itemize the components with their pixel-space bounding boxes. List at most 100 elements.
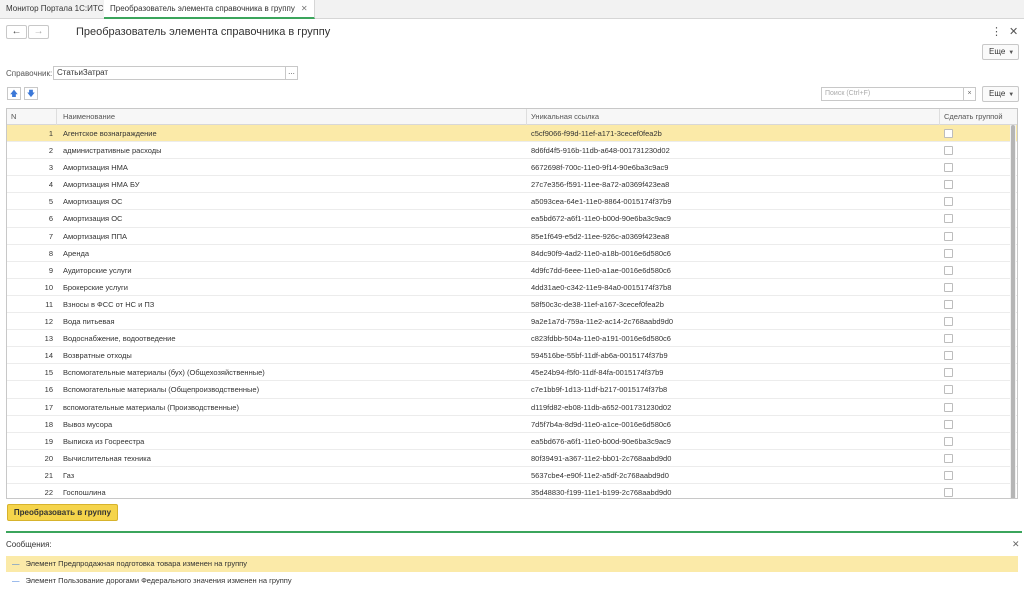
make-group-checkbox[interactable] — [944, 214, 953, 224]
make-group-checkbox[interactable] — [944, 146, 953, 156]
make-group-checkbox[interactable] — [944, 368, 953, 378]
header-link[interactable]: Уникальная ссылка — [527, 109, 940, 125]
row-number: 6 — [48, 214, 53, 224]
table-row[interactable]: 6 Амортизация ОС ea5bd672-a6f1-11e0-b00d-9… — [7, 210, 1017, 228]
make-group-checkbox[interactable] — [944, 487, 953, 497]
arrow-down-icon: 🡇 — [26, 89, 36, 98]
table-row[interactable]: 20 Вычислительная техника 80f39491-a367-11… — [7, 450, 1017, 467]
catalog-choose-button[interactable]: ... — [285, 66, 298, 80]
table-row[interactable]: 21 Газ 5637cbe4-e90f-11e2-a5df-2c768aabd9d… — [7, 467, 1017, 484]
table-row[interactable]: 13 Водоснабжение, водоотведение c823fdbb-5… — [7, 330, 1017, 348]
forward-button[interactable]: → — [28, 25, 49, 39]
table-row[interactable]: 3 Амортизация НМА 6672698f-700c-11e0-9f14-… — [7, 159, 1017, 177]
back-button[interactable]: ← — [6, 25, 27, 39]
more-label: Еще — [989, 47, 1006, 56]
table-row[interactable]: 12 Вода питьевая 9a2e1a7d-759a-11e2-ac14-2… — [7, 313, 1017, 331]
row-name: Возвратные отходы — [63, 351, 132, 361]
row-unique-link: 4d9fc7dd-6eee-11e0-a1ae-0016e6d580c6 — [531, 265, 671, 275]
table-row[interactable]: 14 Возвратные отходы 594516be-55bf-11df-ab… — [7, 347, 1017, 365]
table-row[interactable]: 7 Амортизация ППА 85e1f649-e5d2-11ee-926c-… — [7, 228, 1017, 245]
make-group-checkbox[interactable] — [944, 197, 953, 207]
make-group-checkbox[interactable] — [944, 231, 953, 241]
more-label: Еще — [989, 89, 1006, 98]
table-row[interactable]: 17 вспомогательные материалы (Производств… — [7, 399, 1017, 416]
make-group-checkbox[interactable] — [944, 351, 953, 361]
row-name: Амортизация ОС — [63, 214, 123, 224]
make-group-checkbox[interactable] — [944, 385, 953, 395]
more-button-top[interactable]: Еще ▼ — [982, 44, 1019, 60]
row-number: 14 — [44, 351, 53, 361]
table-row[interactable]: 22 Госпошлина 35d48830-f199-11e1-b199-2c76… — [7, 484, 1017, 498]
row-unique-link: 5637cbe4-e90f-11e2-a5df-2c768aabd9d0 — [531, 470, 669, 480]
convert-to-group-button[interactable]: Преобразовать в группу — [7, 504, 118, 521]
search-clear-button[interactable]: × — [963, 87, 976, 101]
search-input[interactable]: Поиск (Ctrl+F) — [821, 87, 964, 101]
row-number: 12 — [44, 317, 53, 327]
make-group-checkbox[interactable] — [944, 402, 953, 412]
tab-bar: Монитор Портала 1С:ИТС ✕ Преобразователь … — [0, 0, 1024, 19]
message-item[interactable]: — Элемент Пользование дорогами Федерально… — [6, 573, 1018, 589]
tab-converter[interactable]: Преобразователь элемента справочника в г… — [104, 0, 315, 19]
row-name: Аудиторские услуги — [63, 265, 132, 275]
make-group-checkbox[interactable] — [944, 180, 953, 190]
table-row[interactable]: 11 Взносы в ФСС от НС и ПЗ 58f50c3c-de38-1… — [7, 296, 1017, 314]
row-number: 20 — [44, 453, 53, 463]
header-name[interactable]: Наименование — [57, 109, 527, 125]
header-make-group[interactable]: Сделать группой — [940, 109, 1017, 125]
scrollbar-thumb[interactable] — [1011, 125, 1015, 498]
close-icon[interactable]: ✕ — [1009, 25, 1018, 38]
row-name: Амортизация НМА — [63, 163, 128, 173]
message-item[interactable]: — Элемент Предпродажная подготовка товара… — [6, 556, 1018, 572]
row-number: 22 — [44, 487, 53, 497]
arrow-left-icon: ← — [11, 26, 22, 37]
table-row[interactable]: 8 Аренда 84dc90f9-4ad2-11e0-a18b-0016e6d58… — [7, 245, 1017, 262]
row-unique-link: d119fd82-eb08-11db-a652-001731230d02 — [531, 402, 672, 412]
make-group-checkbox[interactable] — [944, 453, 953, 463]
table-row[interactable]: 18 Вывоз мусора 7d5f7b4a-8d9d-11e0-a1ce-00… — [7, 416, 1017, 433]
tab-label: Монитор Портала 1С:ИТС — [6, 4, 104, 13]
row-unique-link: 6672698f-700c-11e0-9f14-90e6ba3c9ac9 — [531, 163, 669, 173]
row-name: Вспомогательные материалы (Общепроизводс… — [63, 385, 260, 395]
row-name: Взносы в ФСС от НС и ПЗ — [63, 299, 155, 309]
make-group-checkbox[interactable] — [944, 299, 953, 309]
catalog-field[interactable]: СтатьиЗатрат — [53, 66, 286, 80]
table-row[interactable]: 4 Амортизация НМА БУ 27c7e356-f591-11ee-8a… — [7, 176, 1017, 194]
make-group-checkbox[interactable] — [944, 436, 953, 446]
row-name: Выписка из Госреестра — [63, 436, 145, 446]
make-group-checkbox[interactable] — [944, 317, 953, 327]
close-icon[interactable]: ✕ — [301, 4, 308, 13]
row-unique-link: c7e1bb9f-1d13-11df-b217-0015174f37b8 — [531, 385, 668, 395]
table-row[interactable]: 16 Вспомогательные материалы (Общепроизво… — [7, 381, 1017, 399]
make-group-checkbox[interactable] — [944, 282, 953, 292]
move-down-button[interactable]: 🡇 — [24, 87, 38, 100]
row-number: 5 — [48, 197, 53, 207]
row-unique-link: 80f39491-a367-11e2-bb01-2c768aabd9d0 — [531, 453, 672, 463]
row-number: 1 — [48, 129, 53, 138]
row-unique-link: 45e24b94-f5f0-11df-84fa-0015174f37b9 — [531, 368, 664, 378]
close-icon[interactable]: ✕ — [1012, 539, 1020, 550]
table-row[interactable]: 2 административные расходы 8d6fd4f5-916b-1… — [7, 142, 1017, 160]
header-n[interactable]: N — [7, 109, 57, 125]
table-row[interactable]: 9 Аудиторские услуги 4d9fc7dd-6eee-11e0-a1… — [7, 262, 1017, 279]
row-name: Вода питьевая — [63, 317, 115, 327]
table-row[interactable]: 10 Брокерские услуги 4dd31ae0-c342-11e9-84… — [7, 279, 1017, 296]
make-group-checkbox[interactable] — [944, 470, 953, 480]
make-group-checkbox[interactable] — [944, 163, 953, 173]
table-row[interactable]: 5 Амортизация ОС a5093cea-64e1-11e0-8864-0… — [7, 193, 1017, 211]
kebab-menu-icon[interactable]: ⋮ — [991, 25, 1002, 38]
row-unique-link: a5093cea-64e1-11e0-8864-0015174f37b9 — [531, 197, 672, 207]
make-group-checkbox[interactable] — [944, 248, 953, 258]
chevron-down-icon: ▼ — [1008, 92, 1015, 98]
make-group-checkbox[interactable] — [944, 419, 953, 429]
table-row[interactable]: 15 Вспомогательные материалы (бух) (Общех… — [7, 364, 1017, 382]
table-row[interactable]: 19 Выписка из Госреестра ea5bd676-a6f1-11e… — [7, 433, 1017, 450]
move-up-button[interactable]: 🡅 — [7, 87, 21, 100]
make-group-checkbox[interactable] — [944, 129, 953, 138]
arrow-up-icon: 🡅 — [9, 89, 19, 98]
more-button-table[interactable]: Еще ▼ — [982, 86, 1019, 102]
table-row[interactable]: 1 Агентское вознаграждение c5cf9066-f99d-1… — [7, 125, 1017, 143]
make-group-checkbox[interactable] — [944, 334, 953, 344]
row-unique-link: 58f50c3c-de38-11ef-a167-3cecef0fea2b — [531, 299, 664, 309]
make-group-checkbox[interactable] — [944, 265, 953, 275]
row-unique-link: ea5bd676-a6f1-11e0-b00d-90e6ba3c9ac9 — [531, 436, 671, 446]
